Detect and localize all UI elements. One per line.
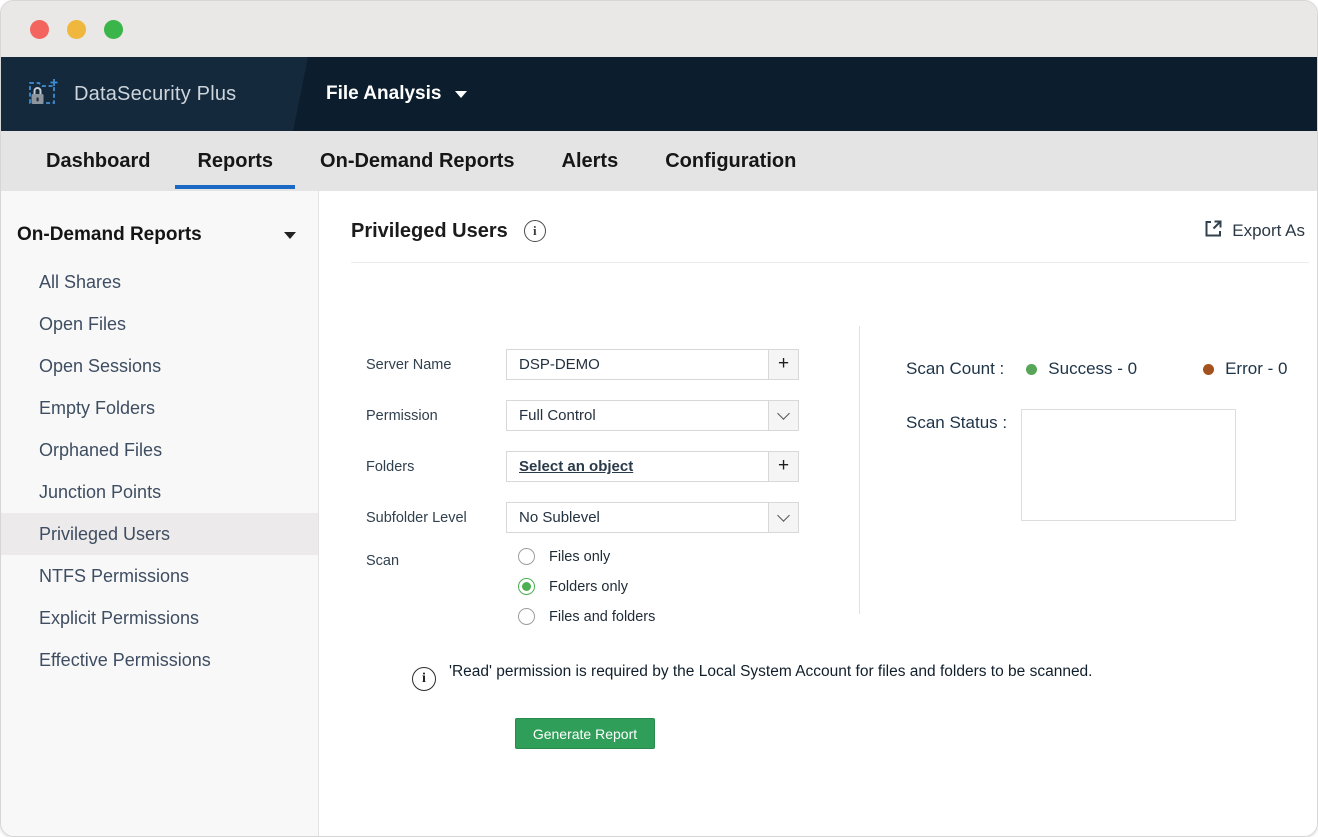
scan-status-box (1021, 409, 1236, 521)
read-permission-note: i 'Read' permission is required by the Lo… (412, 661, 1242, 691)
radio-files-and-folders-label: Files and folders (549, 609, 655, 625)
module-switcher[interactable]: File Analysis (326, 57, 467, 131)
permission-select[interactable]: Full Control (507, 401, 768, 430)
radio-folders-only-label: Folders only (549, 579, 628, 595)
reports-sidebar: On-Demand Reports All Shares Open Files … (1, 191, 319, 837)
chevron-down-icon (777, 407, 790, 420)
server-name-label: Server Name (366, 357, 506, 373)
select-object-link[interactable]: Select an object (507, 452, 768, 481)
scan-count-row: Scan Count : Success - 0 Error - 0 (906, 359, 1287, 379)
tab-reports[interactable]: Reports (197, 131, 273, 191)
server-name-field: DSP-DEMO + (506, 349, 799, 380)
subfolder-dropdown-button[interactable] (768, 503, 798, 532)
permission-label: Permission (366, 408, 506, 424)
sidebar-item-orphaned-files[interactable]: Orphaned Files (1, 429, 318, 471)
vertical-divider (859, 326, 860, 614)
export-icon (1204, 219, 1223, 243)
app-name: DataSecurity Plus (74, 83, 236, 106)
tab-alerts[interactable]: Alerts (562, 131, 619, 191)
radio-folders-only[interactable]: Folders only (518, 578, 628, 595)
sidebar-section-label: On-Demand Reports (17, 224, 202, 246)
server-name-input[interactable]: DSP-DEMO (507, 350, 768, 379)
success-dot-icon (1026, 364, 1037, 375)
add-server-button[interactable]: + (768, 350, 798, 379)
sidebar-item-effective-permissions[interactable]: Effective Permissions (1, 639, 318, 681)
folders-label: Folders (366, 459, 506, 475)
window-titlebar (1, 1, 1317, 57)
scan-count-label: Scan Count : (906, 359, 1004, 379)
radio-files-only-label: Files only (549, 549, 610, 565)
title-divider (351, 262, 1309, 263)
radio-icon (518, 548, 535, 565)
permission-dropdown-button[interactable] (768, 401, 798, 430)
sidebar-report-list: All Shares Open Files Open Sessions Empt… (1, 261, 318, 681)
tab-on-demand-reports[interactable]: On-Demand Reports (320, 131, 514, 191)
chevron-down-icon (455, 91, 467, 98)
folders-field: Select an object + (506, 451, 799, 482)
zoom-window-button[interactable] (104, 20, 123, 39)
radio-icon (518, 608, 535, 625)
radio-files-only[interactable]: Files only (518, 548, 610, 565)
subfolder-level-label: Subfolder Level (366, 510, 506, 526)
sidebar-item-open-files[interactable]: Open Files (1, 303, 318, 345)
brand: DataSecurity Plus (25, 57, 236, 131)
sidebar-item-open-sessions[interactable]: Open Sessions (1, 345, 318, 387)
sidebar-item-ntfs-permissions[interactable]: NTFS Permissions (1, 555, 318, 597)
app-header: DataSecurity Plus File Analysis (1, 57, 1317, 131)
primary-nav: Dashboard Reports On-Demand Reports Aler… (1, 131, 1317, 191)
datasecurity-logo-icon (25, 74, 61, 115)
sidebar-item-junction-points[interactable]: Junction Points (1, 471, 318, 513)
permission-field: Full Control (506, 400, 799, 431)
export-as-label: Export As (1232, 221, 1305, 241)
add-folder-button[interactable]: + (768, 452, 798, 481)
sidebar-item-privileged-users[interactable]: Privileged Users (1, 513, 318, 555)
app-window: DataSecurity Plus File Analysis Dashboar… (0, 0, 1318, 837)
subfolder-level-field: No Sublevel (506, 502, 799, 533)
tab-configuration[interactable]: Configuration (665, 131, 796, 191)
scan-status-label: Scan Status : (906, 413, 1007, 433)
plus-icon: + (778, 354, 789, 373)
error-count: Error - 0 (1225, 359, 1287, 379)
minimize-window-button[interactable] (67, 20, 86, 39)
error-dot-icon (1203, 364, 1214, 375)
subfolder-level-select[interactable]: No Sublevel (507, 503, 768, 532)
chevron-down-icon (284, 232, 296, 239)
close-window-button[interactable] (30, 20, 49, 39)
module-name: File Analysis (326, 83, 441, 105)
generate-report-button[interactable]: Generate Report (515, 718, 655, 749)
note-text: 'Read' permission is required by the Loc… (449, 663, 1093, 680)
chevron-down-icon (777, 509, 790, 522)
sidebar-section-on-demand-reports[interactable]: On-Demand Reports (1, 215, 318, 255)
scan-label: Scan (366, 553, 506, 569)
info-icon[interactable]: i (524, 220, 546, 242)
success-count: Success - 0 (1048, 359, 1137, 379)
info-icon: i (412, 667, 436, 691)
radio-icon (518, 578, 535, 595)
tab-dashboard[interactable]: Dashboard (46, 131, 150, 191)
sidebar-item-empty-folders[interactable]: Empty Folders (1, 387, 318, 429)
radio-files-and-folders[interactable]: Files and folders (518, 608, 655, 625)
sidebar-item-explicit-permissions[interactable]: Explicit Permissions (1, 597, 318, 639)
page-title: Privileged Users (351, 220, 508, 243)
sidebar-item-all-shares[interactable]: All Shares (1, 261, 318, 303)
report-main-pane: Privileged Users i Export As Server Name (319, 191, 1317, 837)
export-as-button[interactable]: Export As (1204, 219, 1305, 243)
plus-icon: + (778, 456, 789, 475)
